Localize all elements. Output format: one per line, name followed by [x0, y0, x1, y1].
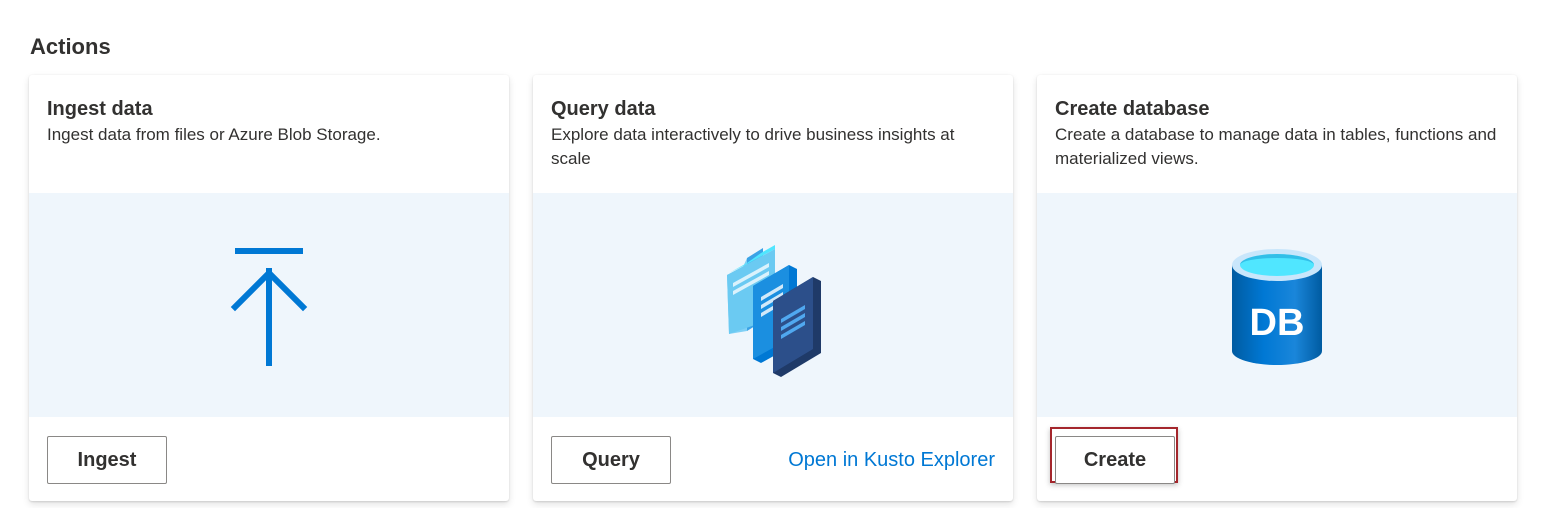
create-database-card: Create database Create a database to man…	[1037, 75, 1517, 501]
card-illustration: DB	[1037, 193, 1517, 417]
card-title: Create database	[1055, 98, 1210, 120]
card-illustration	[29, 193, 509, 417]
card-header: Query data Explore data interactively to…	[551, 95, 995, 171]
card-title: Ingest data	[47, 98, 153, 120]
database-icon-label: DB	[1250, 302, 1305, 344]
query-documents-icon	[727, 245, 821, 377]
card-header: Create database Create a database to man…	[1055, 95, 1499, 171]
ingest-button[interactable]: Ingest	[47, 436, 167, 484]
create-button[interactable]: Create	[1055, 436, 1175, 484]
query-button[interactable]: Query	[551, 436, 671, 484]
upload-arrow-icon	[230, 248, 308, 366]
card-header: Ingest data Ingest data from files or Az…	[47, 95, 491, 147]
card-footer: Create	[1037, 417, 1517, 501]
card-footer: Query Open in Kusto Explorer	[533, 417, 1013, 501]
card-illustration	[533, 193, 1013, 417]
card-title: Query data	[551, 98, 656, 120]
card-footer: Ingest	[29, 417, 509, 501]
ingest-data-card: Ingest data Ingest data from files or Az…	[29, 75, 509, 501]
open-in-kusto-explorer-link[interactable]: Open in Kusto Explorer	[788, 447, 995, 473]
card-description: Ingest data from files or Azure Blob Sto…	[47, 125, 381, 144]
section-title: Actions	[30, 34, 111, 59]
database-icon: DB	[1232, 249, 1322, 365]
card-description: Explore data interactively to drive busi…	[551, 125, 955, 168]
query-data-card: Query data Explore data interactively to…	[533, 75, 1013, 501]
card-description: Create a database to manage data in tabl…	[1055, 125, 1497, 168]
